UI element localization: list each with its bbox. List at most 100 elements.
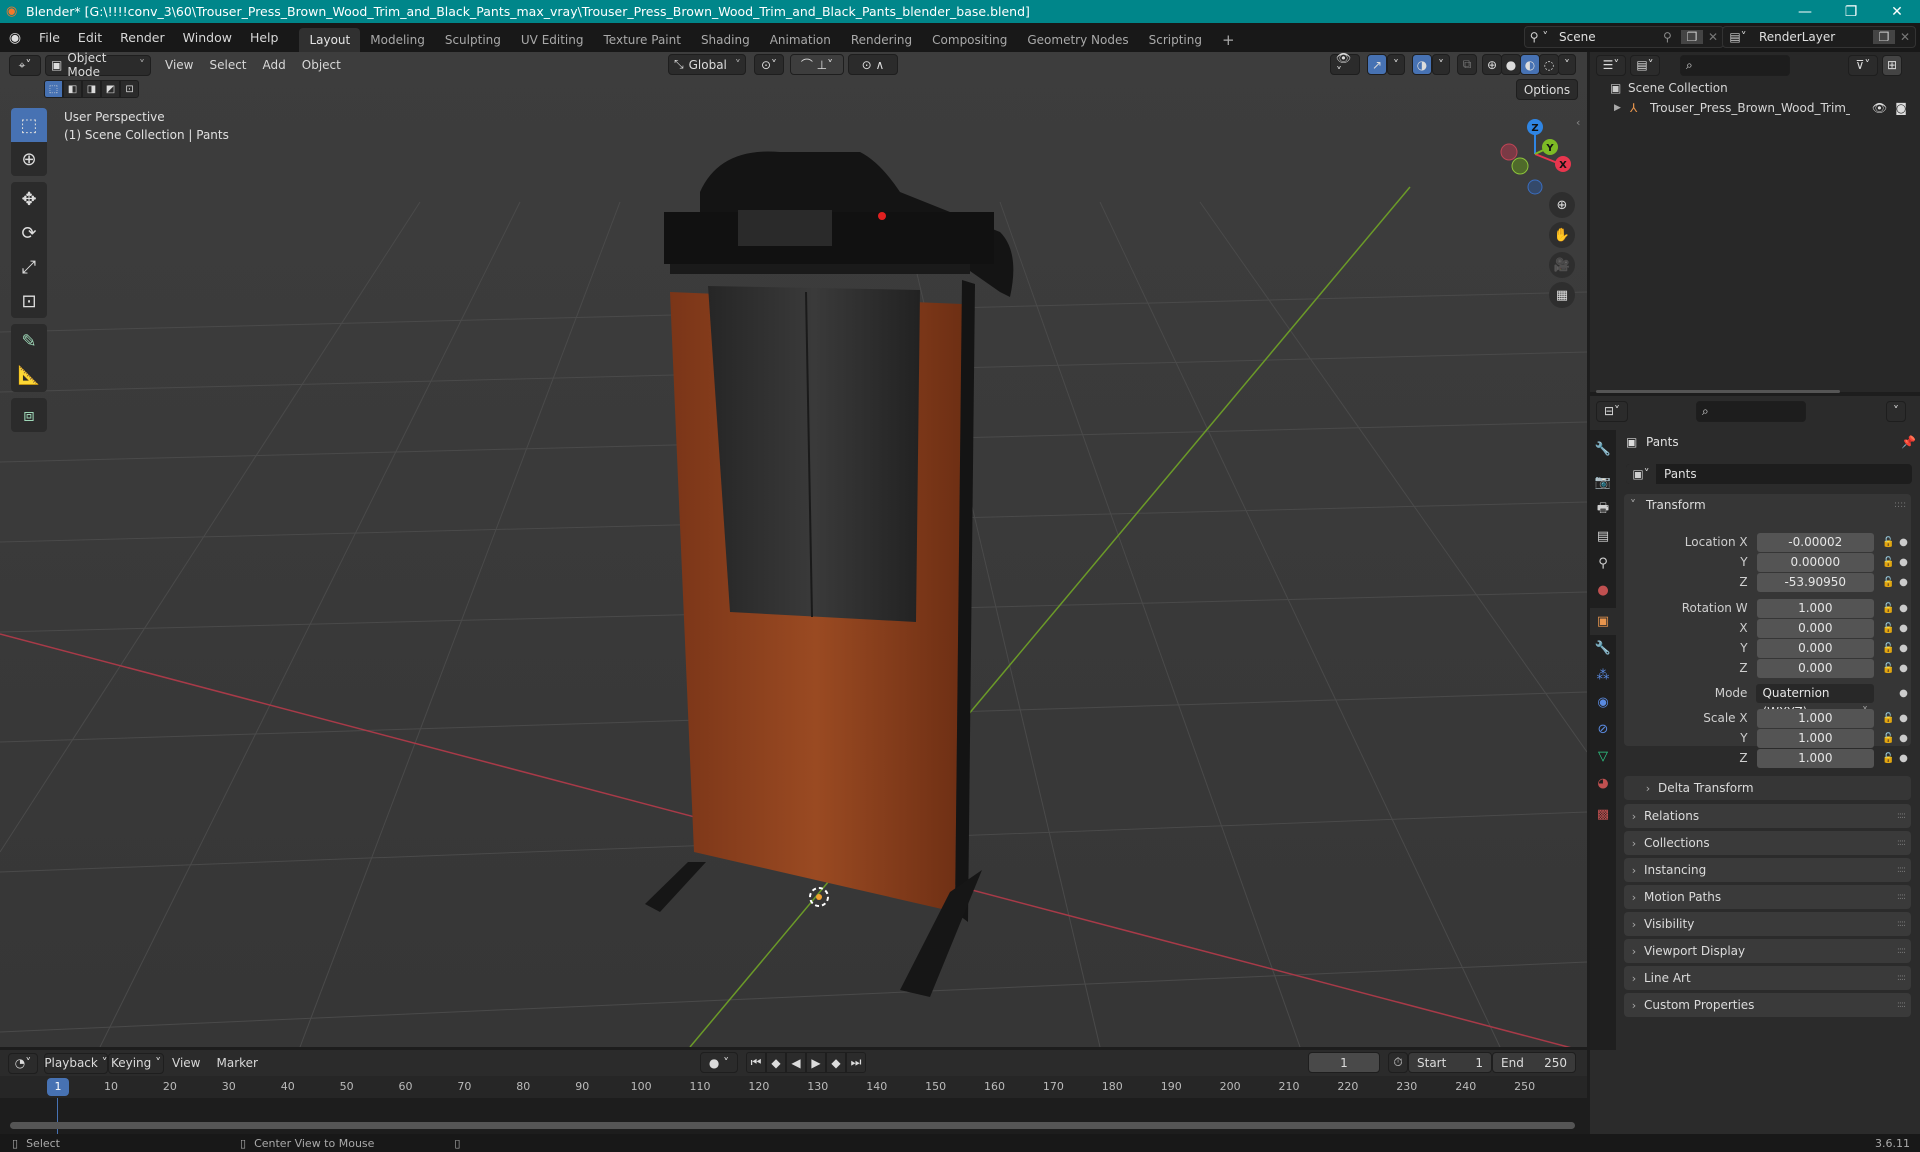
display-mode-button[interactable]: ▤˅ xyxy=(1630,54,1660,76)
menu-select[interactable]: Select xyxy=(201,58,254,72)
transform-tool[interactable]: ⊡ xyxy=(11,284,47,318)
menu-file[interactable]: File xyxy=(30,23,69,52)
timeline-scrollbar[interactable] xyxy=(10,1122,1575,1129)
snapping-toggle[interactable]: ⌒ ⊥˅ xyxy=(790,54,844,75)
drag-grip-icon[interactable]: :::: xyxy=(1897,838,1906,848)
lock-icon[interactable]: 🔓 xyxy=(1880,643,1897,654)
outliner-editor-type-button[interactable]: ☰˅ xyxy=(1596,54,1626,76)
keyframe-dot-icon[interactable]: ● xyxy=(1897,713,1910,724)
world-tab-icon[interactable]: ● xyxy=(1590,577,1616,604)
tab-layout[interactable]: Layout xyxy=(299,28,361,52)
scene-name[interactable]: Scene xyxy=(1553,30,1663,44)
new-collection-button[interactable]: ⊞ xyxy=(1882,54,1902,76)
shading-solid-button[interactable]: ● xyxy=(1501,54,1521,75)
mode-dropdown[interactable]: ▣ Object Mode ˅ xyxy=(45,52,151,79)
render-camera-icon[interactable]: ◙ xyxy=(1895,101,1907,115)
lock-icon[interactable]: 🔓 xyxy=(1880,663,1897,674)
view-layer-tab-icon[interactable]: ▤ xyxy=(1590,523,1616,550)
perspective-toggle-button[interactable]: ▦ xyxy=(1549,282,1575,308)
scene-tab-icon[interactable]: ⚲ xyxy=(1590,550,1616,577)
lock-icon[interactable]: 🔓 xyxy=(1880,733,1897,744)
transform-orientation-dropdown[interactable]: ⤡ Global ˅ xyxy=(668,54,746,75)
expand-arrow-icon[interactable]: ▶ xyxy=(1614,103,1630,113)
cursor-tool[interactable]: ⊕ xyxy=(11,142,47,176)
object-type-dropdown[interactable]: ▣˅ xyxy=(1626,464,1656,484)
particles-tab-icon[interactable]: ⁂ xyxy=(1590,662,1616,689)
playhead-frame-indicator[interactable]: 1 xyxy=(47,1078,69,1096)
physics-tab-icon[interactable]: ◉ xyxy=(1590,689,1616,716)
view-layer-selector[interactable]: ▤˅ RenderLayer ❐ ✕ xyxy=(1722,26,1916,48)
next-keyframe-icon[interactable]: ◆ xyxy=(826,1052,846,1073)
lock-icon[interactable]: 🔓 xyxy=(1880,603,1897,614)
scene-selector[interactable]: ⚲ ˅ Scene ⚲ ❐ ✕ xyxy=(1524,26,1724,48)
scale-y-field[interactable]: 1.000 xyxy=(1756,728,1874,748)
select-subtract-icon[interactable]: ◨ xyxy=(82,80,101,98)
drag-grip-icon[interactable]: :::: xyxy=(1897,973,1906,983)
panel-instancing[interactable]: › Instancing:::: xyxy=(1624,858,1911,882)
shading-dropdown[interactable]: ˅ xyxy=(1558,54,1576,75)
prev-keyframe-icon[interactable]: ◆ xyxy=(766,1052,786,1073)
material-tab-icon[interactable]: ◕ xyxy=(1590,770,1616,797)
rotate-tool[interactable]: ⟳ xyxy=(11,216,47,250)
menu-window[interactable]: Window xyxy=(174,23,241,52)
panel-viewport-display[interactable]: › Viewport Display:::: xyxy=(1624,939,1911,963)
jump-start-icon[interactable]: ⏮ xyxy=(746,1052,766,1073)
keyframe-dot-icon[interactable]: ● xyxy=(1897,557,1910,568)
menu-object[interactable]: Object xyxy=(294,58,349,72)
drag-grip-icon[interactable]: :::: xyxy=(1897,1000,1906,1010)
close-button[interactable]: ✕ xyxy=(1874,0,1920,23)
object-name-field[interactable]: ▣˅ Pants xyxy=(1626,464,1912,484)
keying-dropdown[interactable]: Keying ˅ xyxy=(108,1052,164,1074)
lock-icon[interactable]: 🔓 xyxy=(1880,753,1897,764)
properties-editor-type-button[interactable]: ⊟˅ xyxy=(1596,400,1628,422)
selectability-visibility-button[interactable]: 👁˅ xyxy=(1330,52,1360,79)
scale-x-field[interactable]: 1.000 xyxy=(1756,708,1874,728)
menu-add[interactable]: Add xyxy=(255,58,294,72)
shading-wireframe-button[interactable]: ⊕ xyxy=(1482,54,1502,75)
panel-custom-properties[interactable]: › Custom Properties:::: xyxy=(1624,993,1911,1017)
tab-texture-paint[interactable]: Texture Paint xyxy=(594,28,691,52)
tool-tab-icon[interactable]: 🔧 xyxy=(1590,436,1616,463)
shading-material-button[interactable]: ◐ xyxy=(1520,54,1540,75)
gizmo-dropdown[interactable]: ˅ xyxy=(1387,54,1405,75)
lock-icon[interactable]: 🔓 xyxy=(1880,577,1897,588)
keyframe-dot-icon[interactable]: ● xyxy=(1897,643,1910,654)
constraints-tab-icon[interactable]: ⊘ xyxy=(1590,716,1616,743)
annotate-tool[interactable]: ✎ xyxy=(11,324,47,358)
shading-rendered-button[interactable]: ◌ xyxy=(1539,54,1559,75)
panel-motion-paths[interactable]: › Motion Paths:::: xyxy=(1624,885,1911,909)
keyframe-dot-icon[interactable]: ● xyxy=(1897,688,1910,699)
properties-options-dropdown[interactable]: ˅ xyxy=(1886,400,1906,422)
overlay-toggle[interactable]: ◑ xyxy=(1412,54,1432,75)
zoom-view-button[interactable]: ⊕ xyxy=(1549,192,1575,218)
panel-line-art[interactable]: › Line Art:::: xyxy=(1624,966,1911,990)
tab-compositing[interactable]: Compositing xyxy=(922,28,1017,52)
add-cube-tool[interactable]: ⧈ xyxy=(11,398,47,432)
sidebar-toggle-icon[interactable]: ‹ xyxy=(1576,116,1580,129)
pin-icon[interactable]: ⚲ xyxy=(1663,30,1681,44)
start-frame-field[interactable]: Start 1 xyxy=(1408,1052,1492,1073)
menu-render[interactable]: Render xyxy=(111,23,174,52)
lock-icon[interactable]: 🔓 xyxy=(1880,713,1897,724)
tab-scripting[interactable]: Scripting xyxy=(1139,28,1212,52)
new-scene-icon[interactable]: ❐ xyxy=(1681,30,1703,44)
navigation-gizmo[interactable]: Z Y X xyxy=(1490,106,1580,196)
modifier-tab-icon[interactable]: 🔧 xyxy=(1590,635,1616,662)
pan-view-button[interactable]: ✋ xyxy=(1549,222,1575,248)
filter-button[interactable]: ⊽˅ xyxy=(1848,54,1878,76)
gizmo-toggle[interactable]: ↗ xyxy=(1367,54,1387,75)
tab-animation[interactable]: Animation xyxy=(760,28,841,52)
panel-collections[interactable]: › Collections:::: xyxy=(1624,831,1911,855)
keyframe-dot-icon[interactable]: ● xyxy=(1897,623,1910,634)
lock-icon[interactable]: 🔓 xyxy=(1880,623,1897,634)
move-tool[interactable]: ✥ xyxy=(11,182,47,216)
auto-keying-toggle[interactable]: ● ˅ xyxy=(700,1052,738,1073)
outliner-scene-collection[interactable]: ▣ Scene Collection xyxy=(1610,78,1728,98)
select-new-icon[interactable]: ⬚ xyxy=(44,80,63,98)
pin-icon[interactable]: 📌 xyxy=(1901,435,1916,449)
select-box-tool[interactable]: ⬚ xyxy=(11,108,47,142)
select-invert-icon[interactable]: ◩ xyxy=(101,80,120,98)
xray-toggle[interactable]: ⧉ xyxy=(1457,54,1477,75)
rotation-y-field[interactable]: 0.000 xyxy=(1756,638,1874,658)
play-icon[interactable]: ▶ xyxy=(806,1052,826,1073)
